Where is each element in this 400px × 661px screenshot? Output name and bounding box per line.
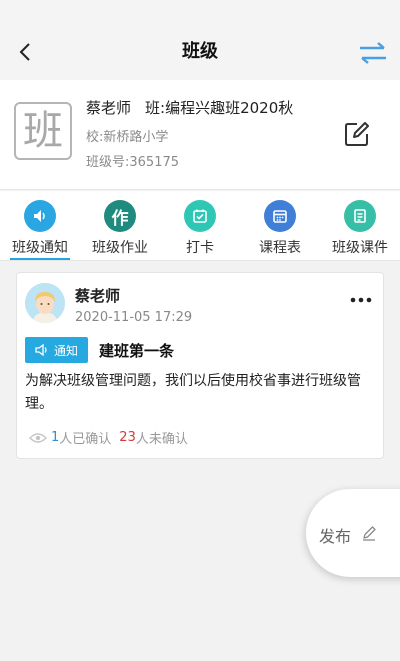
- notice-badge: 通知: [25, 337, 88, 363]
- tab-label: 打卡: [186, 240, 214, 256]
- publish-button[interactable]: 发布: [306, 489, 400, 577]
- calendar-icon: [264, 200, 296, 232]
- post-time: 2020-11-05 17:29: [75, 310, 193, 325]
- tab-checkin[interactable]: 打卡: [160, 191, 240, 261]
- class-info-card: 班 蔡老师 班:编程兴趣班2020秋 校:新桥路小学 班级号:365175: [0, 80, 400, 190]
- class-number: 班级号:365175: [86, 155, 180, 170]
- avatar: [25, 283, 65, 323]
- feature-tabs: 班级通知 作 班级作业 打卡 课程表 班级课件: [0, 191, 400, 261]
- speaker-icon: [35, 343, 47, 357]
- post-read-stats: 1 人已确认 23 人未确认: [29, 428, 188, 447]
- tab-label: 课程表: [259, 240, 301, 256]
- nav-bar: 班级: [0, 0, 400, 80]
- confirmed-label: 人已确认: [59, 432, 112, 447]
- tab-label: 班级通知: [10, 237, 70, 260]
- tab-schedule[interactable]: 课程表: [240, 191, 320, 261]
- checkin-icon: [184, 200, 216, 232]
- homework-icon: 作: [104, 200, 136, 232]
- notice-post-card[interactable]: 蔡老师 2020-11-05 17:29 通知 建班第一条 为解决班级管理问题，…: [16, 272, 384, 459]
- pencil-icon: [363, 526, 376, 541]
- tab-courseware[interactable]: 班级课件: [320, 191, 400, 261]
- class-avatar: 班: [14, 102, 72, 160]
- unconfirmed-count: 23: [119, 430, 136, 445]
- teacher-name: 蔡老师: [86, 99, 132, 117]
- tab-class-homework[interactable]: 作 班级作业: [80, 191, 160, 261]
- post-body: 为解决班级管理问题，我们以后使用校省事进行班级管理。: [25, 373, 361, 412]
- publish-label: 发布: [319, 527, 352, 546]
- edit-icon[interactable]: [343, 120, 371, 148]
- class-name: 班:编程兴趣班2020秋: [145, 99, 294, 117]
- tab-class-notice[interactable]: 班级通知: [0, 191, 80, 261]
- page-title: 班级: [182, 41, 218, 62]
- post-author: 蔡老师: [75, 287, 121, 305]
- more-dots-icon[interactable]: [349, 295, 373, 305]
- swap-arrows-icon[interactable]: [358, 40, 388, 66]
- post-title: 建班第一条: [99, 342, 175, 360]
- unconfirmed-label: 人未确认: [135, 432, 188, 447]
- confirmed-count: 1: [51, 430, 60, 445]
- courseware-icon: [344, 200, 376, 232]
- tab-label: 班级作业: [92, 240, 148, 256]
- speaker-icon: [24, 200, 56, 232]
- notice-badge-label: 通知: [53, 343, 78, 358]
- class-school: 校:新桥路小学: [86, 130, 169, 145]
- tab-label: 班级课件: [332, 240, 388, 256]
- class-teacher-line: 蔡老师 班:编程兴趣班2020秋: [86, 97, 293, 118]
- eye-icon: [29, 432, 47, 443]
